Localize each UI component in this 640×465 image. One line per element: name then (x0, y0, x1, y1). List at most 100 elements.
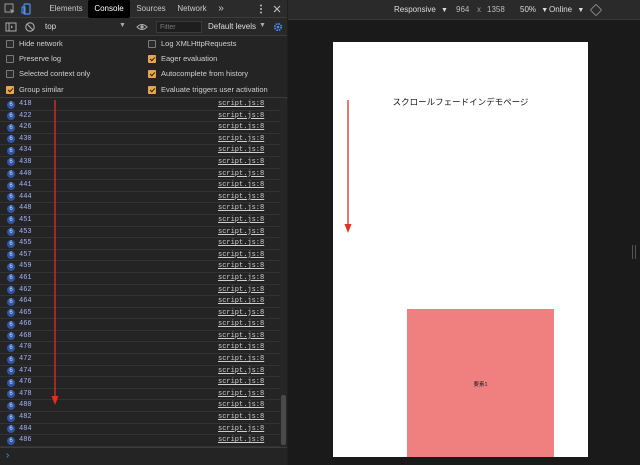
tab-console[interactable]: Console (88, 0, 130, 18)
repeat-count-badge: 6 (7, 228, 15, 237)
log-row: 6 480 script.js:8 (0, 400, 287, 413)
source-link[interactable]: script.js:8 (218, 425, 264, 433)
log-row: 6 426 script.js:8 (0, 122, 287, 134)
log-row: 6 448 script.js:8 (0, 203, 287, 215)
kebab-menu-icon[interactable] (255, 3, 267, 15)
source-link[interactable]: script.js:8 (218, 216, 264, 224)
tab-elements[interactable]: Elements (44, 0, 88, 18)
source-link[interactable]: script.js:8 (218, 181, 264, 189)
log-row: 6 484 script.js:8 (0, 424, 287, 436)
source-link[interactable]: script.js:8 (218, 112, 264, 120)
rotate-icon[interactable] (590, 4, 602, 16)
checkbox-checked[interactable] (148, 70, 156, 78)
context-selector[interactable]: top ▼ (40, 20, 128, 34)
device-dropdown[interactable]: Responsive ▼ (394, 0, 448, 20)
checkbox-checked[interactable] (148, 55, 156, 63)
log-message: 465 (19, 308, 32, 317)
devtools-panel: Elements Console Sources Network » top ▼… (0, 0, 287, 465)
checkbox[interactable] (6, 40, 14, 48)
source-link[interactable]: script.js:8 (218, 297, 264, 305)
repeat-count-badge: 6 (7, 158, 15, 167)
source-link[interactable]: script.js:8 (218, 239, 264, 247)
checkbox-checked[interactable] (6, 86, 14, 94)
log-row: 6 478 script.js:8 (0, 389, 287, 401)
source-link[interactable]: script.js:8 (218, 228, 264, 236)
log-message: 455 (19, 239, 32, 248)
source-link[interactable]: script.js:8 (218, 413, 264, 421)
log-message: 478 (19, 389, 32, 398)
gear-icon[interactable] (272, 21, 284, 33)
repeat-count-badge: 6 (7, 401, 15, 410)
source-link[interactable]: script.js:8 (218, 158, 264, 166)
zoom-label: 50% (520, 5, 537, 14)
source-link[interactable]: script.js:8 (218, 332, 264, 340)
inspect-element-icon[interactable] (4, 3, 16, 15)
log-message: 448 (19, 204, 32, 213)
log-row: 6 434 script.js:8 (0, 145, 287, 157)
more-tabs-button[interactable]: » (214, 0, 228, 18)
log-levels-dropdown[interactable]: Default levels ▼ (206, 20, 266, 34)
source-link[interactable]: script.js:8 (218, 436, 264, 444)
checkbox[interactable] (6, 55, 14, 63)
device-toggle-icon[interactable] (21, 3, 33, 15)
sidebar-toggle-icon[interactable] (5, 21, 17, 33)
chevron-down-icon: ▼ (441, 7, 448, 14)
viewport-resize-handle[interactable] (632, 245, 636, 259)
log-row: 6 482 script.js:8 (0, 412, 287, 424)
network-throttle-dropdown[interactable]: Online ▼ (549, 0, 584, 20)
tab-sources[interactable]: Sources (132, 0, 170, 18)
source-link[interactable]: script.js:8 (218, 146, 264, 154)
repeat-count-badge: 6 (7, 100, 15, 109)
log-message: 438 (19, 157, 32, 166)
source-link[interactable]: script.js:8 (218, 170, 264, 178)
repeat-count-badge: 6 (7, 378, 15, 387)
repeat-count-badge: 6 (7, 425, 15, 434)
source-link[interactable]: script.js:8 (218, 204, 264, 212)
source-link[interactable]: script.js:8 (218, 343, 264, 351)
source-link[interactable]: script.js:8 (218, 123, 264, 131)
repeat-count-badge: 6 (7, 193, 15, 202)
checkbox[interactable] (148, 40, 156, 48)
log-scrollbar-thumb[interactable] (281, 395, 286, 445)
source-link[interactable]: script.js:8 (218, 100, 264, 108)
source-link[interactable]: script.js:8 (218, 286, 264, 294)
setting-label: Selected context only (19, 69, 91, 78)
viewport-width-field[interactable]: 964 (456, 0, 469, 20)
close-icon[interactable] (271, 3, 283, 15)
source-link[interactable]: script.js:8 (218, 367, 264, 375)
repeat-count-badge: 6 (7, 367, 15, 376)
source-link[interactable]: script.js:8 (218, 262, 264, 270)
repeat-count-badge: 6 (7, 146, 15, 155)
repeat-count-badge: 6 (7, 239, 15, 248)
log-row: 6 459 script.js:8 (0, 261, 287, 273)
source-link[interactable]: script.js:8 (218, 355, 264, 363)
setting-label: Log XMLHttpRequests (161, 39, 237, 48)
checkbox[interactable] (6, 70, 14, 78)
console-settings: Hide network Preserve log Selected conte… (0, 36, 287, 98)
source-link[interactable]: script.js:8 (218, 309, 264, 317)
filter-input[interactable] (156, 21, 202, 33)
log-row: 6 441 script.js:8 (0, 180, 287, 192)
clear-console-icon[interactable] (24, 21, 36, 33)
source-link[interactable]: script.js:8 (218, 378, 264, 386)
source-link[interactable]: script.js:8 (218, 274, 264, 282)
repeat-count-badge: 6 (7, 390, 15, 399)
source-link[interactable]: script.js:8 (218, 193, 264, 201)
log-row: 6 457 script.js:8 (0, 250, 287, 262)
source-link[interactable]: script.js:8 (218, 320, 264, 328)
log-message: 486 (19, 436, 32, 445)
chevron-down-icon: ▼ (577, 7, 585, 14)
source-link[interactable]: script.js:8 (218, 401, 264, 409)
console-prompt[interactable]: › (0, 447, 287, 465)
tab-network[interactable]: Network (172, 0, 212, 18)
viewport-height-field[interactable]: 1358 (487, 0, 505, 20)
source-link[interactable]: script.js:8 (218, 135, 264, 143)
zoom-dropdown[interactable]: 50% ▼ (520, 0, 548, 20)
repeat-count-badge: 6 (7, 181, 15, 190)
live-expression-eye-icon[interactable] (136, 21, 148, 33)
emulated-page[interactable]: スクロールフェードインデモページ 要素1 (333, 42, 588, 457)
checkbox-checked[interactable] (148, 86, 156, 94)
source-link[interactable]: script.js:8 (218, 390, 264, 398)
repeat-count-badge: 6 (7, 274, 15, 283)
source-link[interactable]: script.js:8 (218, 251, 264, 259)
